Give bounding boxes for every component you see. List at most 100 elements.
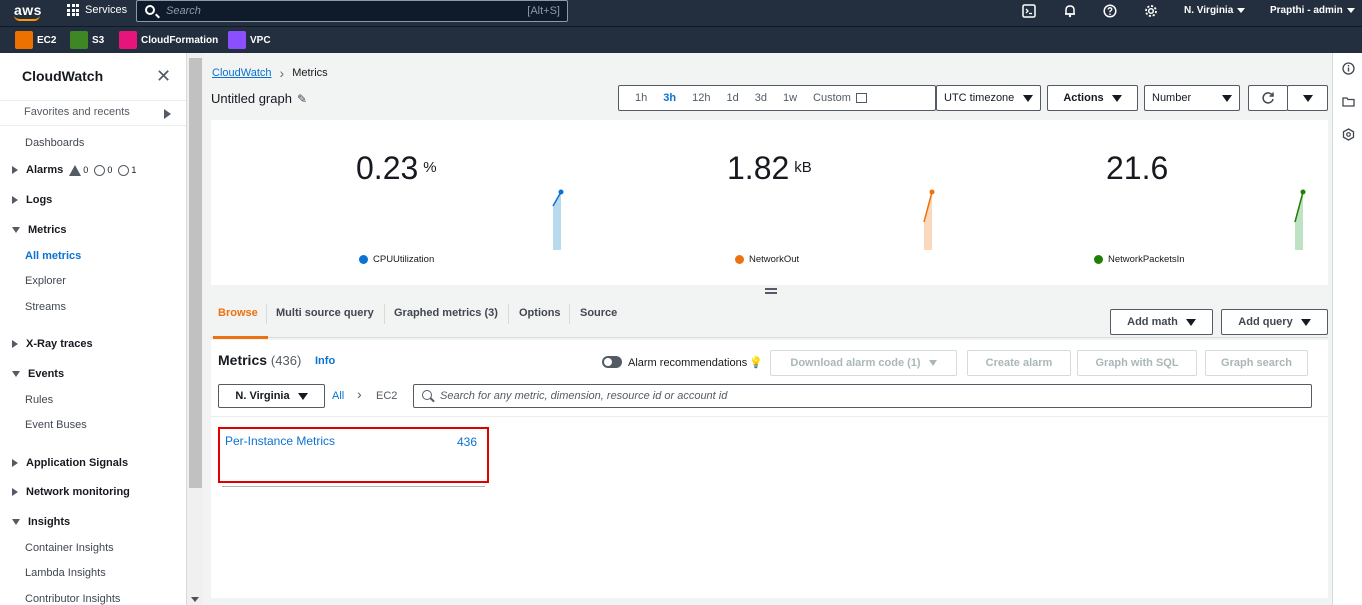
metric-search-input[interactable]: Search for any metric, dimension, resour… [413,384,1312,408]
sidebar-item-contributor-insights[interactable]: Contributor Insights [25,593,120,605]
account-menu[interactable]: Prapthi - admin [1270,5,1355,16]
widget-unit: kB [794,159,812,176]
folder-icon[interactable] [1342,95,1355,108]
sidebar-item-dashboards[interactable]: Dashboards [25,137,84,149]
edit-pencil-icon[interactable]: ✎ [297,92,307,106]
widget-value-number: 1.82 [727,150,790,186]
caret-down-icon [1185,318,1196,326]
metrics-region-dropdown[interactable]: N. Virginia [218,384,325,408]
refresh-interval-dropdown[interactable] [1287,85,1328,111]
favorite-cloudformation[interactable]: CloudFormation [119,31,218,49]
sidebar-item-event-buses[interactable]: Event Buses [25,419,87,431]
breadcrumb: CloudWatch › Metrics [212,65,328,81]
legend-cpu[interactable]: CPUUtilization [359,254,434,265]
sidebar-section-application-signals[interactable]: Application Signals [12,457,128,469]
graph-with-sql-button[interactable]: Graph with SQL [1077,350,1197,376]
notifications-bell-icon[interactable] [1062,4,1078,20]
sidebar-item-rules[interactable]: Rules [25,394,53,406]
lightbulb-icon: 💡 [749,357,763,369]
region-selector[interactable]: N. Virginia [1184,5,1246,16]
sidebar-scrollbar-thumb[interactable] [189,58,202,488]
favorite-s3[interactable]: S3 [70,31,104,49]
time-range-1d[interactable]: 1d [718,92,746,104]
sidebar-item-streams[interactable]: Streams [25,301,66,313]
actions-dropdown[interactable]: Actions [1047,85,1138,111]
time-range-3d[interactable]: 3d [747,92,775,104]
time-range-3h[interactable]: 3h [655,92,684,104]
tab-source[interactable]: Source [580,307,617,319]
metrics-heading: Metrics (436) [218,352,301,368]
caret-down-icon [1111,94,1122,102]
resize-handle-icon[interactable] [765,288,777,294]
alarm-recommendations-toggle[interactable] [602,356,622,368]
tab-divider [508,304,509,324]
add-math-button[interactable]: Add math [1110,309,1213,335]
caret-right-icon [12,488,18,496]
button-label: Graph search [1221,357,1292,369]
sidebar-section-metrics[interactable]: Metrics [12,224,67,236]
download-alarm-code-button[interactable]: Download alarm code (1) [770,350,957,376]
tab-multi-source-query[interactable]: Multi source query [276,307,374,319]
favorite-ec2[interactable]: EC2 [15,31,56,49]
sidebar-item-lambda-insights[interactable]: Lambda Insights [25,567,106,579]
time-range-custom[interactable]: Custom [805,92,875,104]
add-query-button[interactable]: Add query [1221,309,1328,335]
caret-right-icon [12,340,18,348]
breadcrumb-current: Metrics [292,67,328,79]
refresh-button[interactable] [1248,85,1288,111]
insufficient-icon [118,164,130,176]
sidebar-item-explorer[interactable]: Explorer [25,275,66,287]
favorite-label: S3 [92,34,105,46]
time-range-1h[interactable]: 1h [627,92,655,104]
sidebar-item-all-metrics[interactable]: All metrics [25,250,81,262]
create-alarm-button[interactable]: Create alarm [967,350,1071,376]
caret-right-icon [12,196,18,204]
graph-title-text: Untitled graph [211,91,292,106]
sidebar-section-logs[interactable]: Logs [12,194,52,206]
legend-dot [735,255,744,264]
sidebar-section-events[interactable]: Events [12,368,64,380]
cloudshell-icon[interactable] [1021,4,1037,20]
favorites-and-recents[interactable]: Favorites and recents [0,100,186,126]
help-icon[interactable] [1102,4,1118,20]
aws-logo-smile [14,15,40,21]
card-underline [222,486,485,487]
sidebar-section-network-monitoring[interactable]: Network monitoring [12,486,130,498]
scroll-down-arrow-icon[interactable] [191,597,199,602]
sidebar-section-label: Logs [26,194,53,206]
global-search-input[interactable]: Search [Alt+S] [136,0,568,22]
hexagon-icon[interactable] [1342,128,1355,141]
settings-gear-icon[interactable] [1143,4,1159,20]
legend-label: NetworkPacketsIn [1108,254,1185,265]
time-range-1w[interactable]: 1w [775,92,805,104]
info-link[interactable]: Info [315,355,335,367]
favorites-label: Favorites and recents [24,106,130,118]
active-tab-indicator [213,336,268,339]
alarm-recommendations-label: Alarm recommendations [628,357,748,369]
sidebar-item-container-insights[interactable]: Container Insights [25,542,114,554]
sparkline-network-out [923,189,935,250]
info-panel-icon[interactable] [1342,62,1355,75]
sidebar-section-label: Alarms [26,164,64,176]
close-icon[interactable]: ✕ [156,67,171,85]
sidebar-section-xray[interactable]: X-Ray traces [12,338,93,350]
legend-network-out[interactable]: NetworkOut [735,254,799,265]
services-menu-button[interactable]: Services [67,4,127,16]
graph-search-button[interactable]: Graph search [1205,350,1308,376]
view-type-dropdown[interactable]: Number [1144,85,1240,111]
tab-graphed-metrics[interactable]: Graphed metrics (3) [394,307,498,319]
time-range-12h[interactable]: 12h [684,92,718,104]
tab-options[interactable]: Options [519,307,561,319]
favorite-vpc[interactable]: VPC [228,31,271,49]
caret-down-icon [1023,94,1033,102]
breadcrumb-cloudwatch-link[interactable]: CloudWatch [212,67,272,79]
legend-network-packets-in[interactable]: NetworkPacketsIn [1094,254,1185,265]
timezone-dropdown[interactable]: UTC timezone [936,85,1041,111]
namespace-name-link[interactable]: Per-Instance Metrics [225,434,335,448]
metrics-crumb-all[interactable]: All [332,390,344,402]
alarm-counts: 0 0 1 [69,164,136,176]
tab-browse[interactable]: Browse [218,307,258,319]
sidebar-section-insights[interactable]: Insights [12,516,70,528]
sidebar-section-alarms[interactable]: Alarms 0 0 1 [12,164,136,176]
metric-namespace-card[interactable]: Per-Instance Metrics 436 [218,427,489,483]
